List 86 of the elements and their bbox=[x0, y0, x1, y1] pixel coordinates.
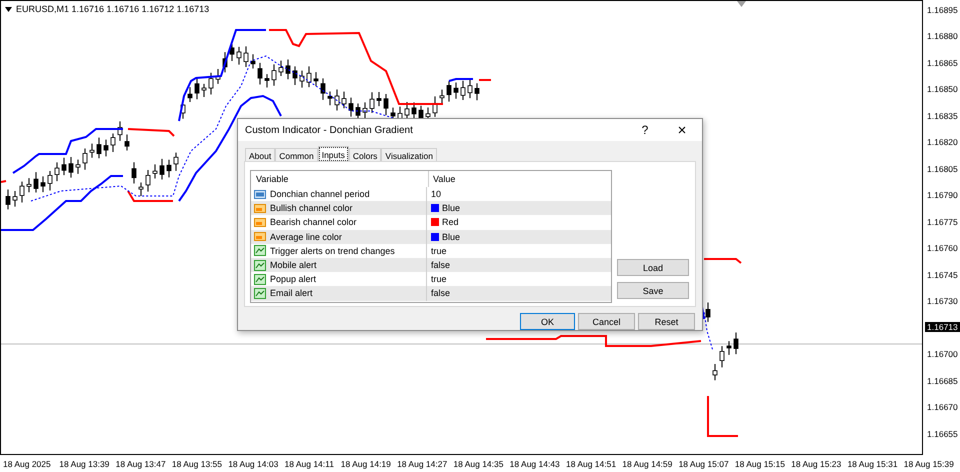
price-label: 1.16865 bbox=[926, 58, 958, 68]
dialog-button[interactable]: Reset bbox=[638, 313, 695, 330]
chart-type-icon bbox=[254, 274, 266, 285]
variable-name: Average line color bbox=[270, 232, 342, 242]
time-label: 18 Aug 14:11 bbox=[284, 458, 335, 468]
tab[interactable]: About bbox=[245, 148, 276, 162]
upper-channel-line bbox=[128, 128, 175, 137]
lower-channel-line bbox=[707, 396, 738, 437]
variable-value[interactable]: false bbox=[431, 288, 450, 298]
time-label: 18 Aug 13:39 bbox=[59, 458, 110, 468]
number-type-icon bbox=[254, 188, 266, 200]
dropdown-icon[interactable] bbox=[5, 6, 12, 12]
variable-name: Donchian channel period bbox=[270, 189, 370, 200]
color-type-icon bbox=[254, 202, 266, 214]
save-button[interactable]: Save bbox=[617, 282, 689, 299]
variable-name: Popup alert bbox=[270, 274, 316, 284]
variable-value[interactable]: true bbox=[431, 246, 447, 256]
price-label: 1.16790 bbox=[926, 190, 958, 200]
dialog-button[interactable]: OK bbox=[520, 313, 575, 330]
price-label: 1.16685 bbox=[926, 376, 958, 386]
time-label: 18 Aug 13:47 bbox=[116, 458, 167, 468]
color-type-icon bbox=[254, 231, 266, 242]
upper-channel-line bbox=[1, 180, 6, 183]
time-label: 18 Aug 14:19 bbox=[340, 458, 392, 468]
time-label: 18 Aug 14:27 bbox=[397, 458, 448, 468]
price-label: 1.16700 bbox=[926, 349, 958, 360]
dialog-button[interactable]: Cancel bbox=[578, 313, 635, 330]
color-swatch[interactable] bbox=[431, 232, 439, 241]
variable-name: Bullish channel color bbox=[270, 203, 353, 214]
column-header: Value bbox=[432, 173, 456, 186]
color-swatch[interactable] bbox=[431, 218, 439, 226]
chart-type-icon bbox=[254, 288, 266, 299]
variable-value[interactable]: Blue bbox=[442, 203, 460, 214]
price-label: 1.16805 bbox=[926, 164, 958, 174]
variable-name: Trigger alerts on trend changes bbox=[270, 246, 395, 256]
chart-type-icon bbox=[254, 245, 266, 256]
time-label: 18 Aug 13:55 bbox=[172, 458, 223, 468]
window-title: Custom Indicator - Donchian Gradient bbox=[245, 124, 414, 136]
help-button[interactable]: ? bbox=[628, 119, 662, 141]
price-label: 1.16655 bbox=[926, 428, 958, 438]
color-swatch[interactable] bbox=[431, 204, 439, 212]
time-label: 18 Aug 14:03 bbox=[228, 458, 280, 468]
variable-value[interactable]: Blue bbox=[442, 232, 460, 242]
time-label: 18 Aug 15:31 bbox=[847, 458, 899, 468]
shift-marker-icon[interactable] bbox=[737, 1, 746, 7]
tab[interactable]: Inputs bbox=[318, 146, 349, 162]
lower-channel-line bbox=[127, 190, 173, 202]
tab[interactable]: Common bbox=[275, 148, 318, 162]
upper-channel-line bbox=[704, 258, 742, 264]
upper-channel-line bbox=[448, 78, 473, 82]
price-label: 1.16850 bbox=[926, 84, 958, 94]
time-label: 18 Aug 15:39 bbox=[904, 458, 955, 468]
time-label: 18 Aug 14:35 bbox=[453, 458, 504, 468]
tab[interactable]: Visualization bbox=[381, 148, 437, 162]
time-label: 18 Aug 15:07 bbox=[678, 458, 730, 468]
close-button[interactable]: × bbox=[662, 119, 702, 141]
upper-channel-line bbox=[479, 79, 491, 81]
time-label: 18 Aug 14:43 bbox=[510, 458, 561, 468]
price-label: 1.16880 bbox=[926, 31, 958, 42]
variable-name: Email alert bbox=[270, 288, 313, 298]
load-button[interactable]: Load bbox=[617, 259, 689, 276]
color-type-icon bbox=[254, 216, 266, 228]
time-label: 18 Aug 14:51 bbox=[566, 458, 618, 468]
price-label: 1.16775 bbox=[926, 216, 958, 227]
time-label: 18 Aug 15:15 bbox=[734, 458, 786, 468]
price-label: 1.16760 bbox=[926, 243, 958, 254]
price-label: 1.16730 bbox=[926, 296, 958, 306]
time-label: 18 Aug 15:23 bbox=[791, 458, 842, 468]
price-label: 1.16745 bbox=[926, 270, 958, 280]
time-label: 18 Aug 14:59 bbox=[622, 458, 674, 468]
variable-value[interactable]: 10 bbox=[431, 189, 442, 200]
variable-value[interactable]: false bbox=[431, 260, 450, 270]
variable-value[interactable]: true bbox=[431, 274, 447, 284]
variable-value[interactable]: Red bbox=[442, 217, 459, 228]
price-label: 1.16820 bbox=[926, 137, 958, 148]
symbol-quote: EURUSD,M1 1.16716 1.16716 1.16712 1.16713 bbox=[16, 4, 210, 14]
tab[interactable]: Colors bbox=[348, 148, 382, 162]
variable-name: Bearish channel color bbox=[270, 217, 357, 228]
column-header: Variable bbox=[251, 171, 429, 187]
chart-type-icon bbox=[254, 260, 266, 271]
current-price-label: 1.16713 bbox=[925, 322, 960, 332]
time-label: 18 Aug 2025 bbox=[3, 458, 52, 468]
price-label: 1.16835 bbox=[926, 110, 958, 121]
price-label: 1.16670 bbox=[926, 402, 958, 412]
variable-name: Mobile alert bbox=[270, 260, 317, 270]
price-label: 1.16895 bbox=[926, 5, 958, 15]
